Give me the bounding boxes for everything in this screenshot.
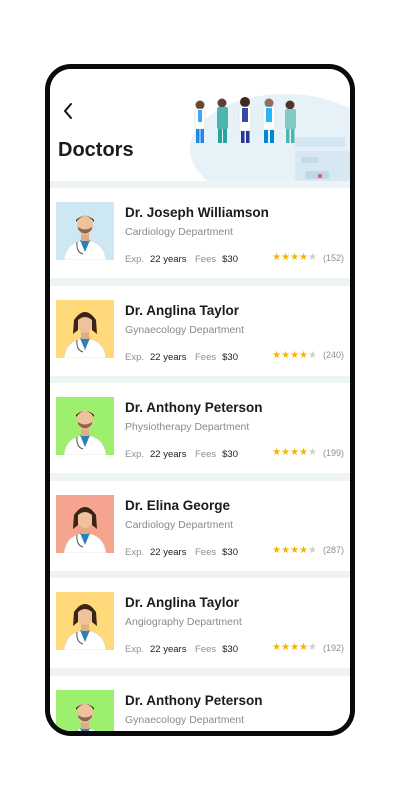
experience-row: Exp. 22 years bbox=[125, 254, 186, 265]
doctor-photo bbox=[56, 299, 114, 358]
experience-label: Exp. bbox=[125, 254, 145, 265]
fees-value: $30 bbox=[222, 644, 238, 655]
experience-value: 22 years bbox=[150, 546, 187, 558]
fees-row: Fees $30 bbox=[195, 644, 238, 655]
star-icon: ★★★★★ bbox=[272, 642, 317, 653]
doctor-name: Dr. Anglina Taylor bbox=[125, 302, 240, 318]
chevron-left-icon bbox=[64, 103, 72, 119]
fees-row: Fees $30 bbox=[195, 449, 238, 460]
fees-row: Fees $30 bbox=[195, 547, 238, 558]
star-icon: ★★★★★ bbox=[272, 447, 317, 458]
rating: ★★★★★ (192) bbox=[272, 642, 344, 653]
doctor-list[interactable]: Dr. Joseph Williamson Cardiology Departme… bbox=[50, 181, 350, 731]
experience-label: Exp. bbox=[125, 449, 145, 460]
doctor-name: Dr. Anglina Taylor bbox=[125, 595, 240, 610]
experience-value: 22 years bbox=[150, 449, 187, 460]
doctor-photo bbox=[56, 494, 114, 553]
review-count: (287) bbox=[322, 545, 344, 555]
doctor-card[interactable]: Dr. Anthony Peterson Gynaecology Departme… bbox=[50, 675, 350, 731]
page-title: Doctors bbox=[58, 139, 134, 161]
doctor-name: Dr. Anthony Peterson bbox=[125, 692, 263, 708]
doctors-team-illustration bbox=[190, 94, 350, 181]
star-icon: ★★★★★ bbox=[272, 252, 317, 263]
experience-row: Exp. 22 years bbox=[125, 644, 186, 655]
doctor-card[interactable]: Dr. Anglina Taylor Gynaecology Department… bbox=[50, 285, 350, 376]
rating: ★★★★★ (152) bbox=[272, 252, 344, 263]
review-count: (192) bbox=[322, 642, 344, 653]
rating: ★★★★★ (240) bbox=[272, 350, 344, 361]
doctor-department: Gynaecology Department bbox=[125, 323, 245, 336]
experience-value: 22 years bbox=[150, 351, 187, 363]
doctor-card[interactable]: Dr. Anglina Taylor Angiography Department… bbox=[50, 578, 350, 668]
rating: ★★★★★ (287) bbox=[272, 545, 344, 556]
doctor-department: Physiotherapy Department bbox=[125, 421, 250, 433]
fees-label: Fees bbox=[195, 546, 217, 558]
header: Doctors bbox=[50, 69, 350, 181]
fees-label: Fees bbox=[195, 254, 217, 265]
back-button[interactable] bbox=[58, 99, 78, 123]
doctor-photo bbox=[56, 397, 114, 455]
doctor-department: Cardiology Department bbox=[125, 518, 233, 531]
doctor-name: Dr. Anthony Peterson bbox=[125, 400, 263, 415]
doctor-photo bbox=[56, 202, 114, 260]
rating: ★★★★★ (199) bbox=[272, 447, 344, 458]
fees-value: $30 bbox=[222, 449, 238, 460]
doctor-name: Dr. Joseph Williamson bbox=[125, 205, 269, 220]
doctor-card[interactable]: Dr. Joseph Williamson Cardiology Departme… bbox=[50, 188, 350, 278]
fees-label: Fees bbox=[195, 351, 217, 363]
star-icon: ★★★★★ bbox=[272, 349, 317, 361]
experience-label: Exp. bbox=[125, 644, 145, 655]
fees-value: $30 bbox=[222, 254, 238, 265]
doctor-department: Gynaecology Department bbox=[125, 713, 245, 726]
fees-row: Fees $30 bbox=[195, 254, 238, 265]
doctor-photo bbox=[56, 592, 114, 650]
doctor-department: Angiography Department bbox=[125, 616, 242, 628]
doctor-card[interactable]: Dr. Anthony Peterson Physiotherapy Depart… bbox=[50, 383, 350, 473]
experience-row: Exp. 22 years bbox=[125, 449, 186, 460]
experience-value: 22 years bbox=[150, 644, 187, 655]
experience-row: Exp. 22 years bbox=[125, 352, 186, 363]
star-icon: ★★★★★ bbox=[272, 544, 317, 556]
fees-label: Fees bbox=[195, 449, 217, 460]
fees-value: $30 bbox=[222, 351, 238, 363]
screen: Doctors Dr. Joseph Williamson Cardiology… bbox=[50, 69, 350, 731]
review-count: (152) bbox=[322, 252, 344, 263]
doctor-photo bbox=[56, 689, 114, 731]
fees-row: Fees $30 bbox=[195, 352, 238, 363]
experience-row: Exp. 22 years bbox=[125, 547, 186, 558]
doctor-name: Dr. Elina George bbox=[125, 497, 231, 513]
experience-label: Exp. bbox=[125, 546, 145, 558]
experience-value: 22 years bbox=[150, 254, 187, 265]
experience-label: Exp. bbox=[125, 351, 145, 363]
review-count: (199) bbox=[322, 447, 344, 458]
fees-value: $30 bbox=[222, 546, 238, 558]
review-count: (240) bbox=[322, 350, 344, 360]
phone-frame: Doctors Dr. Joseph Williamson Cardiology… bbox=[45, 64, 355, 736]
doctor-card[interactable]: Dr. Elina George Cardiology Department Exp… bbox=[50, 480, 350, 571]
doctor-department: Cardiology Department bbox=[125, 226, 233, 238]
fees-label: Fees bbox=[195, 644, 217, 655]
